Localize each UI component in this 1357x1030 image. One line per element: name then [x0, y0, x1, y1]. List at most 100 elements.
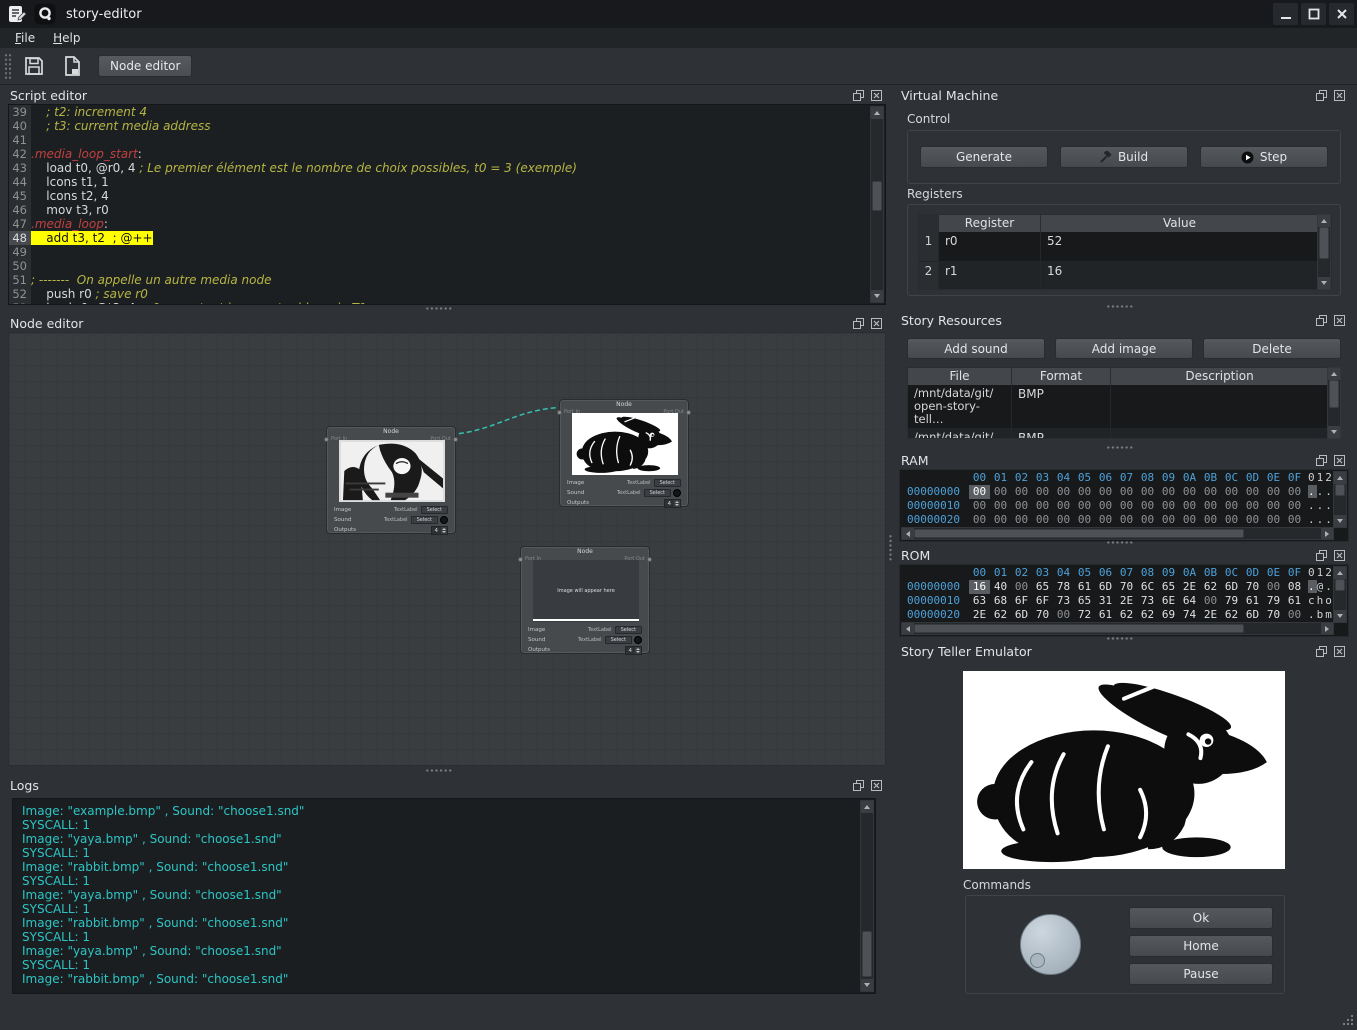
- column-header-format[interactable]: Format: [1012, 368, 1111, 385]
- dock-titlebar-emulator[interactable]: Story Teller Emulator: [895, 642, 1353, 660]
- hex-byte-cell[interactable]: 00: [1011, 499, 1032, 513]
- scroll-thumb[interactable]: [914, 529, 1244, 538]
- minimize-button[interactable]: [1273, 3, 1298, 25]
- scroll-down-arrow[interactable]: [1334, 610, 1346, 622]
- splitter-handle[interactable]: [1106, 636, 1134, 641]
- dock-float-icon[interactable]: [1316, 315, 1327, 326]
- scroll-thumb[interactable]: [1329, 380, 1339, 408]
- scroll-up-arrow[interactable]: [1334, 567, 1346, 579]
- hex-byte-cell[interactable]: 00: [1137, 485, 1158, 499]
- scroll-thumb[interactable]: [914, 624, 1244, 633]
- hex-byte-cell[interactable]: 00: [1095, 485, 1116, 499]
- hex-byte-cell[interactable]: 00: [1137, 513, 1158, 527]
- new-file-button[interactable]: [56, 52, 88, 80]
- hex-byte-cell[interactable]: 00: [1221, 499, 1242, 513]
- hex-byte-cell[interactable]: 2E: [969, 608, 990, 622]
- hex-byte-cell[interactable]: 00: [1137, 499, 1158, 513]
- registers-scrollbar[interactable]: [1317, 214, 1331, 290]
- hex-byte-cell[interactable]: 79: [1263, 594, 1284, 608]
- hex-byte-cell[interactable]: 6F: [1011, 594, 1032, 608]
- dock-titlebar-logs[interactable]: Logs: [4, 776, 890, 794]
- node-editor-canvas[interactable]: NodePort InPort OutImageTextLabelSelectS…: [8, 332, 886, 766]
- hex-byte-cell[interactable]: 70: [1116, 580, 1137, 594]
- hex-byte-cell[interactable]: 63: [969, 594, 990, 608]
- splitter-handle[interactable]: [425, 768, 453, 773]
- hex-byte-cell[interactable]: 2E: [1116, 594, 1137, 608]
- hex-byte-cell[interactable]: 00: [969, 485, 990, 499]
- node[interactable]: NodePort InPort OutImageTextLabelSelectS…: [326, 426, 456, 534]
- script-scrollbar[interactable]: [870, 106, 884, 303]
- select-image-button[interactable]: Select: [615, 626, 642, 634]
- ok-button[interactable]: Ok: [1129, 907, 1273, 929]
- hex-byte-cell[interactable]: 40: [990, 580, 1011, 594]
- code-line[interactable]: 47.media_loop:: [9, 217, 870, 231]
- hex-byte-cell[interactable]: 62: [1200, 580, 1221, 594]
- hex-byte-cell[interactable]: 00: [1200, 594, 1221, 608]
- hex-byte-cell[interactable]: 00: [1011, 513, 1032, 527]
- home-button[interactable]: Home: [1129, 935, 1273, 957]
- hex-byte-cell[interactable]: 00: [990, 513, 1011, 527]
- step-button[interactable]: Step: [1200, 146, 1328, 168]
- dock-float-icon[interactable]: [1316, 646, 1327, 657]
- dock-titlebar-node-editor[interactable]: Node editor: [4, 314, 890, 332]
- dock-close-icon[interactable]: [871, 318, 882, 329]
- column-header-value[interactable]: Value: [1041, 215, 1319, 232]
- hex-byte-cell[interactable]: 2E: [1179, 580, 1200, 594]
- rom-hscrollbar[interactable]: [901, 622, 1334, 635]
- hex-byte-cell[interactable]: 00: [1116, 499, 1137, 513]
- hex-byte-cell[interactable]: 61: [1074, 580, 1095, 594]
- hex-byte-cell[interactable]: 00: [1284, 485, 1305, 499]
- hex-byte-cell[interactable]: 00: [1200, 499, 1221, 513]
- hex-byte-cell[interactable]: 00: [1053, 608, 1074, 622]
- hex-byte-cell[interactable]: 00: [1116, 513, 1137, 527]
- column-header-description[interactable]: Description: [1111, 368, 1328, 385]
- pause-button[interactable]: Pause: [1129, 963, 1273, 985]
- menu-help[interactable]: Help: [44, 29, 89, 47]
- scroll-thumb[interactable]: [872, 181, 882, 211]
- close-button[interactable]: [1329, 3, 1354, 25]
- hex-byte-cell[interactable]: 00: [1263, 485, 1284, 499]
- hex-byte-cell[interactable]: 00: [1221, 485, 1242, 499]
- hex-byte-cell[interactable]: 6D: [1221, 580, 1242, 594]
- code-line[interactable]: 40 ; t3: current media address: [9, 119, 870, 133]
- outputs-spinbox[interactable]: 4: [625, 646, 643, 655]
- logs-scrollbar[interactable]: [860, 800, 874, 992]
- hex-byte-cell[interactable]: 00: [1242, 499, 1263, 513]
- hex-byte-cell[interactable]: 00: [1011, 485, 1032, 499]
- scroll-up-arrow[interactable]: [1334, 472, 1346, 484]
- resource-row[interactable]: /mnt/data/git/ open-story-tell…BMP: [908, 385, 1327, 429]
- dock-close-icon[interactable]: [1334, 455, 1345, 466]
- ram-hex-view[interactable]: 000102030405060708090A0B0C0D0E0F01200000…: [899, 469, 1349, 542]
- hex-byte-cell[interactable]: 70: [1242, 580, 1263, 594]
- code-line[interactable]: 52 push r0 ; save r0: [9, 287, 870, 301]
- hex-byte-cell[interactable]: 6D: [1095, 580, 1116, 594]
- hex-byte-cell[interactable]: 00: [1074, 513, 1095, 527]
- dock-titlebar-story-resources[interactable]: Story Resources: [895, 311, 1353, 329]
- hex-byte-cell[interactable]: 00: [1179, 485, 1200, 499]
- code-line[interactable]: 39 ; t2: increment 4: [9, 105, 870, 119]
- hex-byte-cell[interactable]: 00: [1116, 485, 1137, 499]
- build-button[interactable]: Build: [1060, 146, 1188, 168]
- hex-byte-cell[interactable]: 08: [1284, 580, 1305, 594]
- hex-byte-cell[interactable]: 00: [1053, 513, 1074, 527]
- play-sound-button[interactable]: [440, 516, 448, 524]
- hex-byte-cell[interactable]: 72: [1074, 608, 1095, 622]
- hex-byte-cell[interactable]: 00: [1095, 499, 1116, 513]
- select-sound-button[interactable]: Select: [605, 636, 632, 644]
- hex-byte-cell[interactable]: 6E: [1158, 594, 1179, 608]
- hex-byte-cell[interactable]: 00: [1179, 513, 1200, 527]
- hex-byte-cell[interactable]: 00: [1032, 499, 1053, 513]
- select-image-button[interactable]: Select: [421, 506, 448, 514]
- hex-byte-cell[interactable]: 00: [1263, 513, 1284, 527]
- scroll-down-arrow[interactable]: [1318, 277, 1330, 289]
- play-sound-button[interactable]: [673, 489, 681, 497]
- code-line[interactable]: 51; ------- On appelle un autre media no…: [9, 273, 870, 287]
- hex-byte-cell[interactable]: 62: [1116, 608, 1137, 622]
- dock-float-icon[interactable]: [1316, 90, 1327, 101]
- hex-byte-cell[interactable]: 00: [1158, 485, 1179, 499]
- dock-close-icon[interactable]: [1334, 90, 1345, 101]
- hex-byte-cell[interactable]: 00: [969, 499, 990, 513]
- ram-vscrollbar[interactable]: [1333, 471, 1347, 528]
- scroll-thumb[interactable]: [1319, 227, 1329, 259]
- add-sound-button[interactable]: Add sound: [907, 338, 1045, 359]
